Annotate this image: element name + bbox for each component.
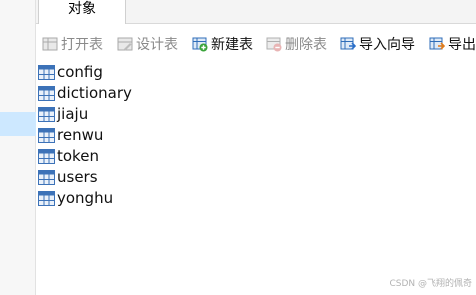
table-item-yonghu[interactable]: yonghu [38,188,113,208]
table-name: dictionary [57,84,132,102]
table-icon [38,127,55,143]
tab-objects[interactable]: 对象 [38,0,126,24]
table-name: config [57,63,103,81]
design-table-button[interactable]: 设计表 [117,34,178,54]
table-icon [38,148,55,164]
new-table-icon [192,37,208,52]
table-name: renwu [57,126,104,144]
table-icon [38,85,55,101]
table-icon [38,190,55,206]
open-table-label: 打开表 [61,37,103,53]
table-name: jiaju [57,105,89,123]
table-item-renwu[interactable]: renwu [38,125,103,145]
object-toolbar: 打开表 设计表 新建表 删除表 导入向导 导出 [36,24,476,62]
table-item-jiaju[interactable]: jiaju [38,104,88,124]
watermark: CSDN @飞翔的佩奇 [389,279,472,289]
delete-table-icon [266,37,282,52]
table-name: yonghu [57,189,114,207]
design-table-label: 设计表 [136,37,178,53]
table-name: token [57,147,99,165]
table-icon [38,64,55,80]
new-table-button[interactable]: 新建表 [192,34,253,54]
selected-tree-item[interactable] [0,112,36,136]
object-list: config dictionary jiaju renwu token user… [36,62,476,295]
table-item-token[interactable]: token [38,146,99,166]
open-table-icon [42,37,58,51]
new-table-label: 新建表 [211,37,253,53]
delete-table-button[interactable]: 删除表 [266,34,327,54]
table-item-dictionary[interactable]: dictionary [38,83,132,103]
navigation-panel [0,0,36,295]
table-item-config[interactable]: config [38,62,103,82]
import-wizard-icon [340,37,356,50]
tab-bar: 对象 [36,0,476,24]
open-table-button[interactable]: 打开表 [42,34,103,54]
design-table-icon [117,37,133,51]
delete-table-label: 删除表 [285,37,327,53]
export-wizard-icon [429,37,445,50]
table-name: users [57,168,98,186]
import-wizard-label: 导入向导 [359,37,415,53]
export-wizard-button[interactable]: 导出 [429,34,476,54]
table-item-users[interactable]: users [38,167,98,187]
table-icon [38,169,55,185]
export-wizard-label: 导出 [448,37,476,53]
table-icon [38,106,55,122]
import-wizard-button[interactable]: 导入向导 [340,34,415,54]
